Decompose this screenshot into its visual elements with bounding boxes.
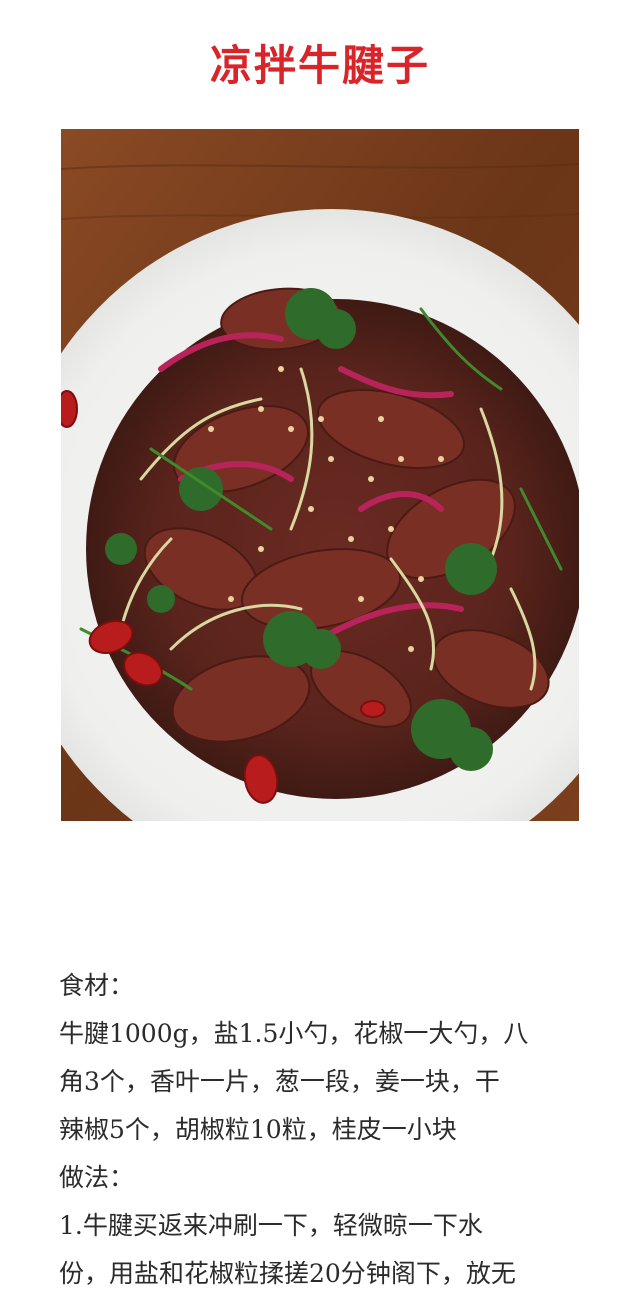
ingredients-line: 角3个，香叶一片，葱一段，姜一块，干: [59, 1067, 500, 1096]
ingredients-heading: 食材：: [59, 971, 135, 1000]
recipe-text: 食材： 牛腱1000g，盐1.5小勺，花椒一大勺，八 角3个，香叶一片，葱一段，…: [59, 962, 581, 1298]
ingredients-line: 辣椒5个，胡椒粒10粒，桂皮一小块: [59, 1115, 457, 1144]
ingredients-line: 牛腱1000g，盐1.5小勺，花椒一大勺，八: [59, 1019, 529, 1048]
method-line: 份，用盐和花椒粒揉搓20分钟阁下，放无: [59, 1259, 516, 1288]
dish-photo: [61, 129, 579, 821]
method-line: 1.牛腱买返来冲刷一下，轻微晾一下水: [59, 1211, 483, 1240]
method-heading: 做法：: [59, 1163, 135, 1192]
page-title: 凉拌牛腱子: [209, 41, 430, 91]
